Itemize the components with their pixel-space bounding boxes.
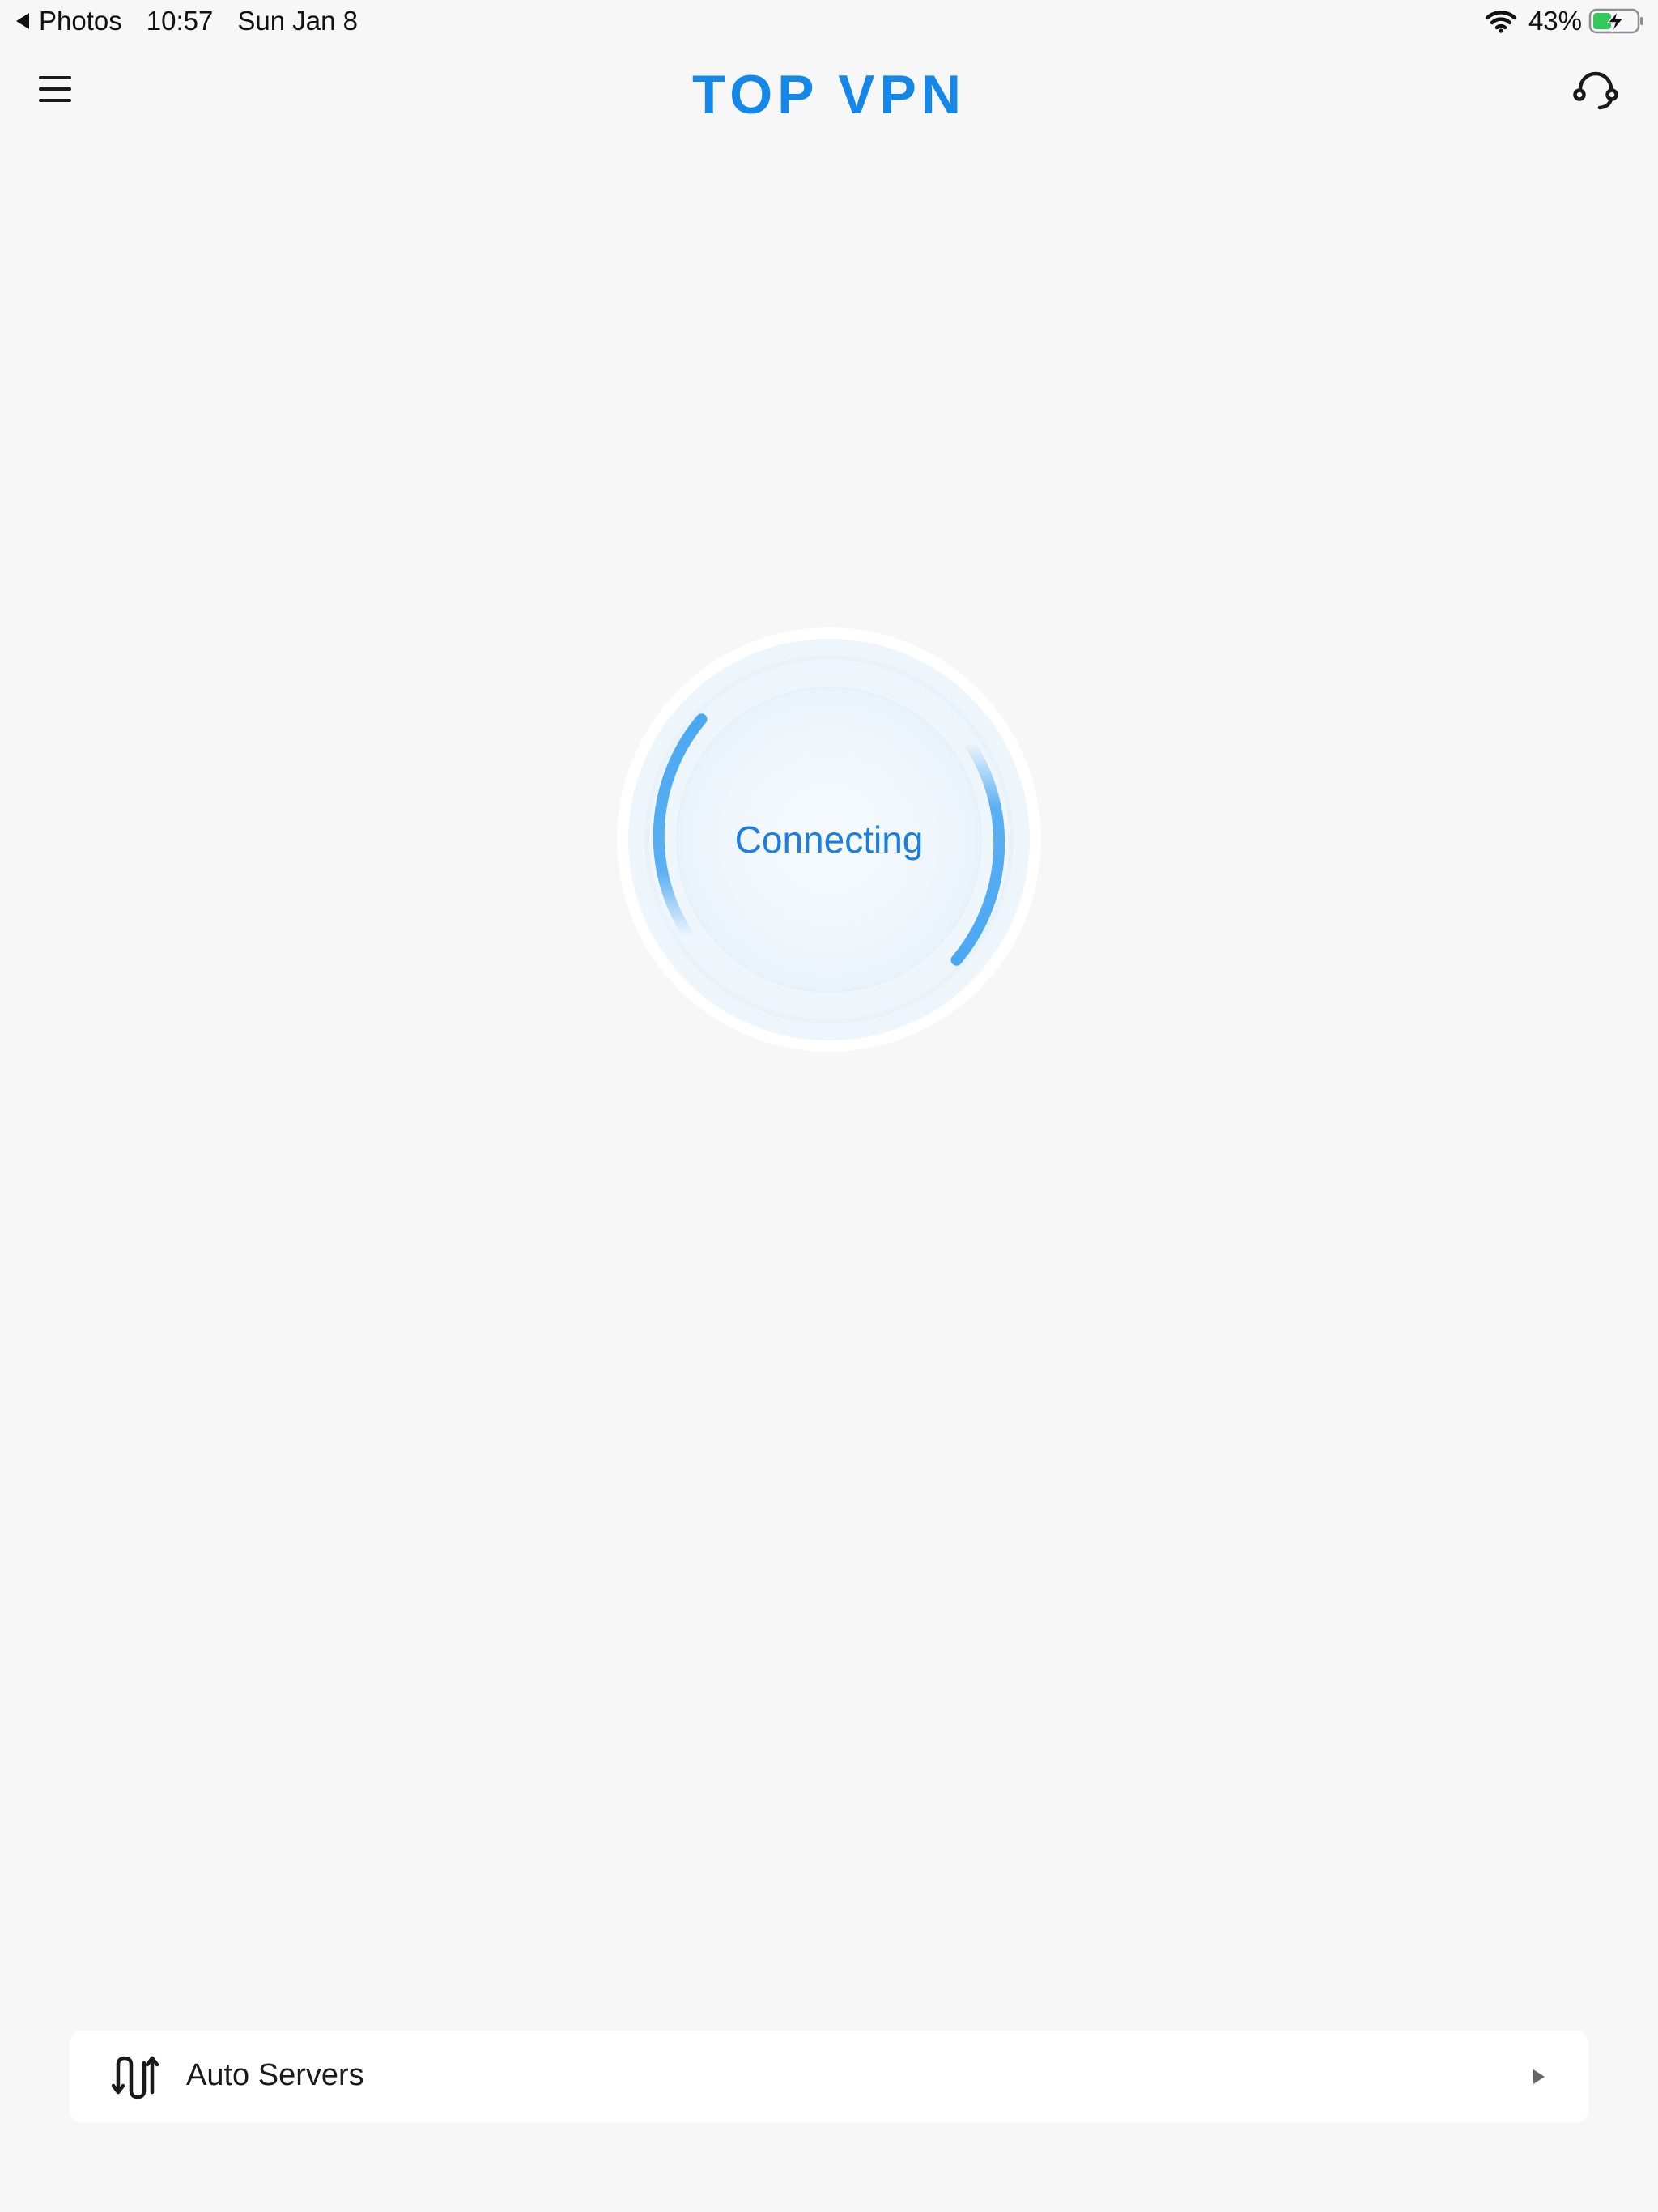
app-title: TOP VPN xyxy=(691,64,967,125)
route-arrows-icon xyxy=(112,2055,160,2100)
status-bar: Photos 10:57 Sun Jan 8 43% xyxy=(0,0,1658,42)
back-triangle-icon xyxy=(16,13,29,29)
battery-percentage: 43% xyxy=(1528,6,1582,36)
connect-button[interactable]: Connecting xyxy=(676,687,982,993)
status-date: Sun Jan 8 xyxy=(237,6,358,36)
status-time: 10:57 xyxy=(146,6,214,36)
app-header: TOP VPN xyxy=(0,49,1658,133)
connection-status-label: Connecting xyxy=(734,819,924,861)
headset-support-icon[interactable] xyxy=(1572,68,1619,115)
server-name-label: Auto Servers xyxy=(186,2058,364,2092)
back-app-label: Photos xyxy=(39,6,122,36)
wifi-icon xyxy=(1485,11,1517,33)
connect-ring: Connecting xyxy=(613,623,1045,1056)
status-bar-left: Photos 10:57 Sun Jan 8 xyxy=(15,5,358,37)
back-to-app-button[interactable]: Photos xyxy=(15,6,122,36)
status-bar-right: 43% xyxy=(1485,5,1647,37)
server-selector[interactable]: Auto Servers xyxy=(70,2031,1588,2123)
play-triangle-icon xyxy=(1532,2069,1546,2085)
battery-charging-icon xyxy=(1588,8,1643,34)
vpn-home-screen: Photos 10:57 Sun Jan 8 43% TOP VPN Conne… xyxy=(0,0,1658,2212)
